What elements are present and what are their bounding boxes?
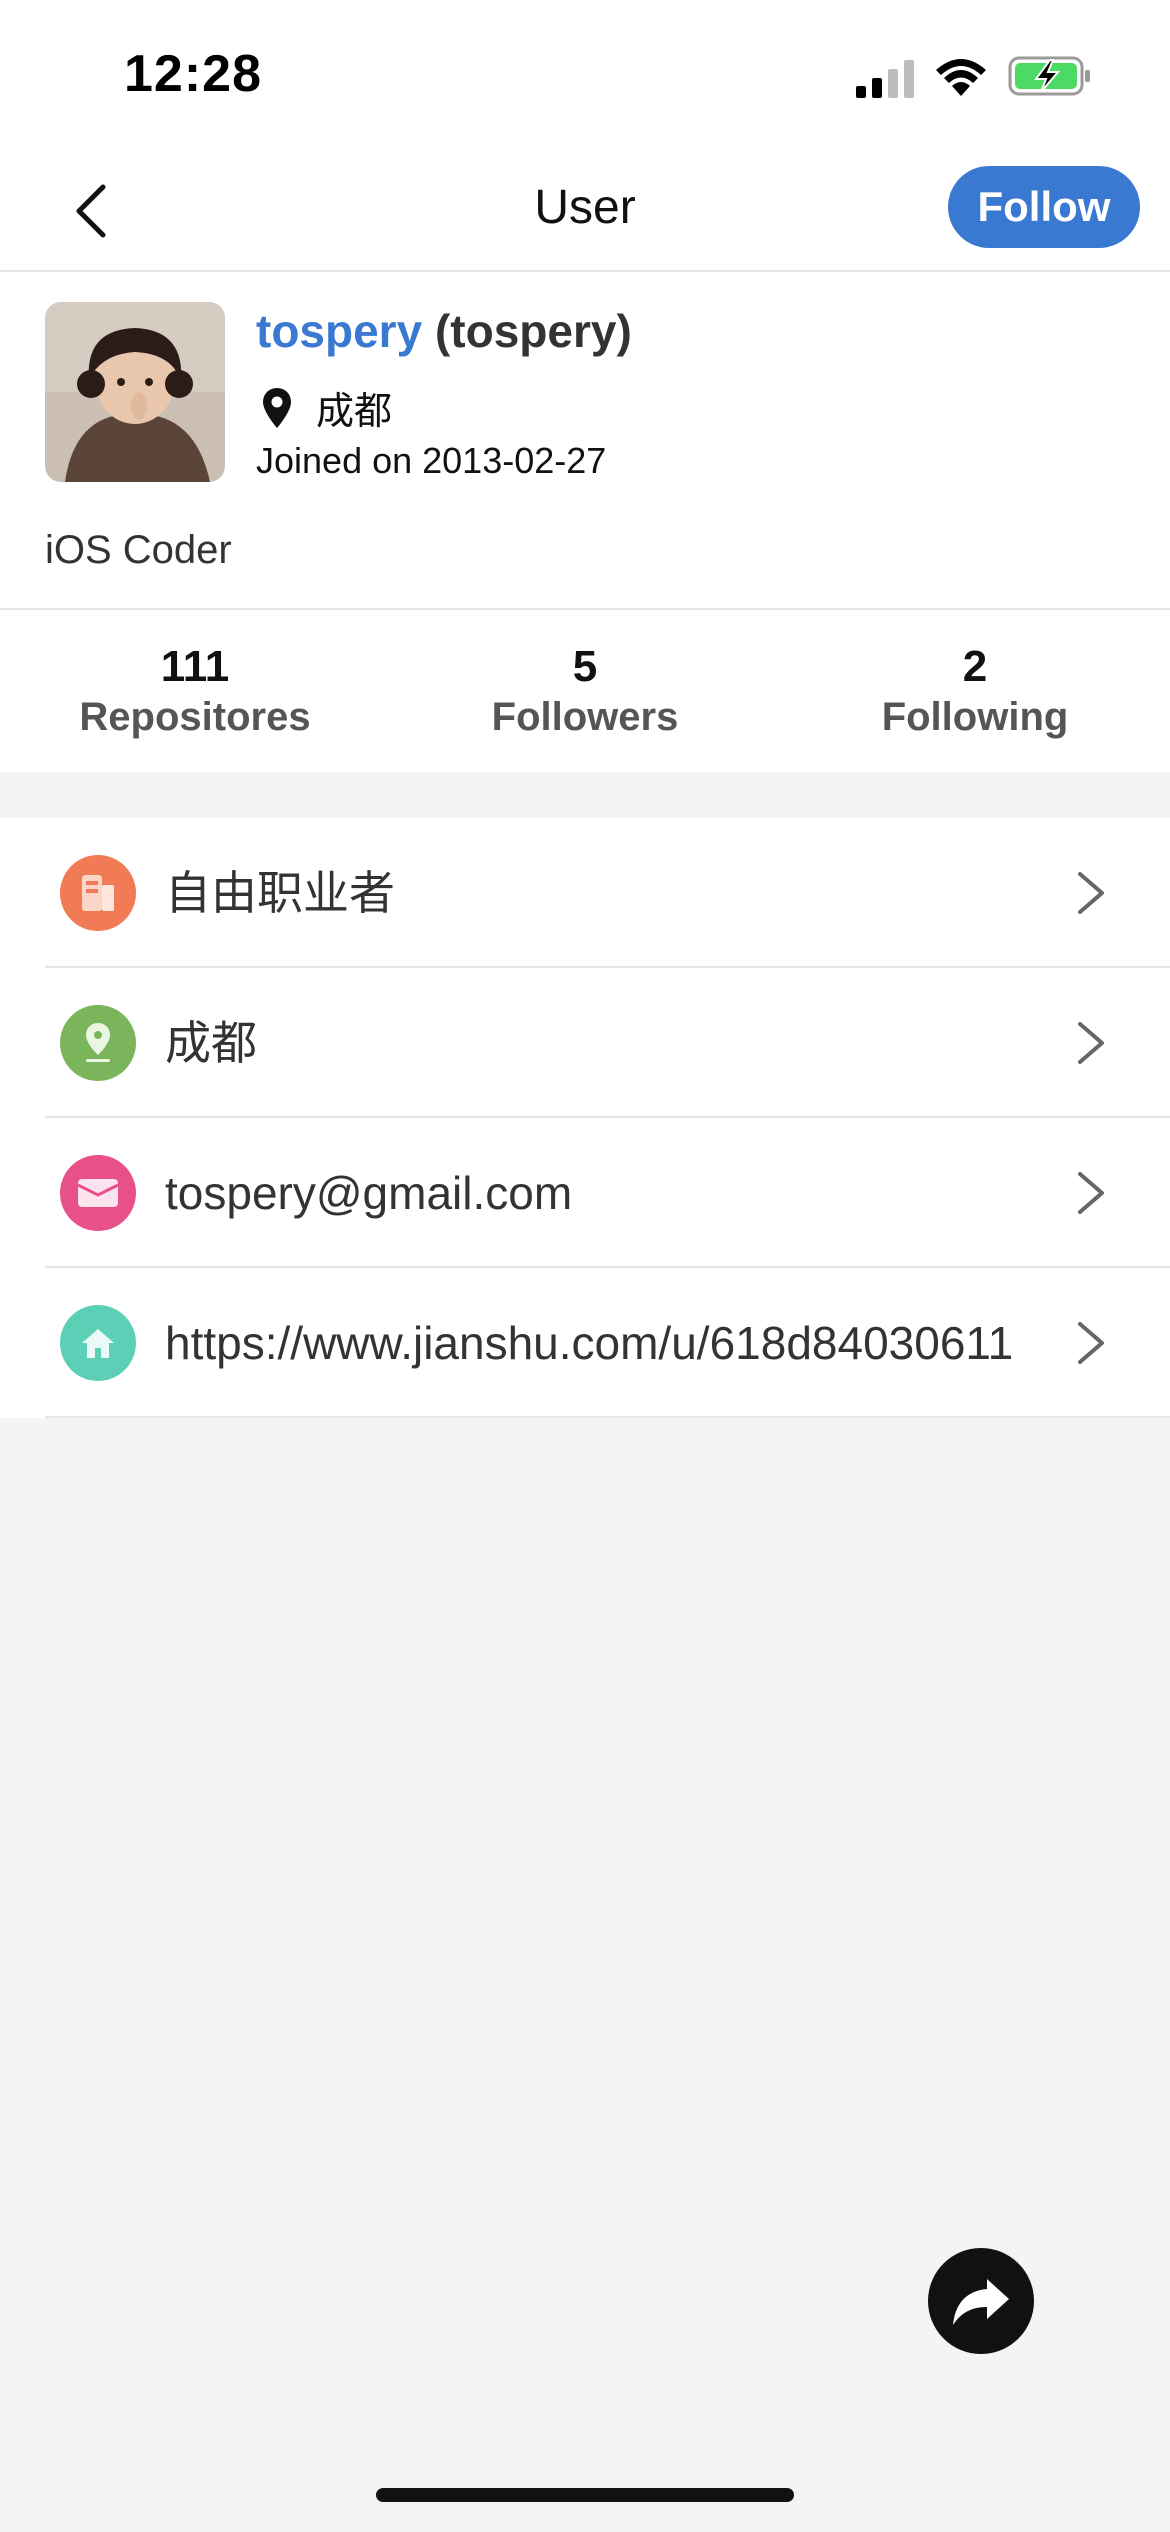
divider [45, 1416, 1170, 1418]
stat-label: Repositores [79, 695, 311, 739]
wifi-icon [936, 59, 986, 96]
profile-bio: iOS Coder [45, 528, 232, 572]
profile-login[interactable]: tospery [256, 305, 422, 357]
battery-charging-icon [1008, 56, 1090, 96]
company-icon [60, 855, 136, 931]
stat-value: 2 [962, 642, 988, 691]
status-time: 12:28 [124, 45, 262, 103]
profile-location: 成都 [262, 380, 392, 435]
profile-joined-date: Joined on 2013-02-27 [256, 440, 607, 481]
chevron-right-icon [1078, 872, 1104, 914]
home-indicator [376, 2488, 794, 2502]
cellular-signal-icon [856, 60, 914, 98]
stat-label: Followers [491, 695, 679, 739]
stat-followers[interactable]: 5 Followers [390, 610, 780, 772]
profile-fullname: (tospery) [434, 305, 632, 357]
stat-value: 111 [160, 642, 230, 691]
location-pin-icon [60, 1005, 136, 1081]
info-row-email[interactable]: tospery@gmail.com [0, 1118, 1170, 1268]
info-text: 自由职业者 [165, 867, 395, 919]
avatar-image [45, 302, 225, 482]
avatar[interactable] [45, 302, 225, 482]
info-row-location[interactable]: 成都 [0, 968, 1170, 1118]
chevron-right-icon [1078, 1322, 1104, 1364]
status-bar: 12:28 [0, 0, 1170, 150]
chevron-right-icon [1078, 1172, 1104, 1214]
profile-location-text: 成都 [316, 391, 393, 433]
home-icon [60, 1305, 136, 1381]
user-screen: 12:28 User Follow tospery (tospery) 成都 J… [0, 0, 1170, 2532]
info-row-company[interactable]: 自由职业者 [0, 818, 1170, 968]
info-text: tospery@gmail.com [165, 1167, 573, 1219]
follow-button[interactable]: Follow [948, 166, 1140, 248]
info-row-blog[interactable]: https://www.jianshu.com/u/618d84030611 [0, 1268, 1170, 1418]
info-text: 成都 [165, 1017, 257, 1069]
stat-value: 5 [572, 642, 598, 691]
stat-label: Following [881, 695, 1069, 739]
share-button[interactable] [928, 2248, 1034, 2354]
profile-header: tospery (tospery) 成都 Joined on 2013-02-2… [0, 272, 1170, 608]
navigation-bar: User Follow [0, 150, 1170, 272]
info-list: 自由职业者 成都 tospery@gmail.com https://www.j… [0, 818, 1170, 1418]
stat-repositories[interactable]: 111 Repositores [0, 610, 390, 772]
location-pin-icon [263, 387, 291, 428]
share-icon [953, 2279, 1009, 2325]
chevron-right-icon [1078, 1022, 1104, 1064]
stat-following[interactable]: 2 Following [780, 610, 1170, 772]
profile-stats: 111 Repositores 5 Followers 2 Following [0, 608, 1170, 772]
email-icon [60, 1155, 136, 1231]
info-text: https://www.jianshu.com/u/618d84030611 [165, 1317, 1014, 1369]
profile-name-line: tospery (tospery) [256, 304, 632, 358]
